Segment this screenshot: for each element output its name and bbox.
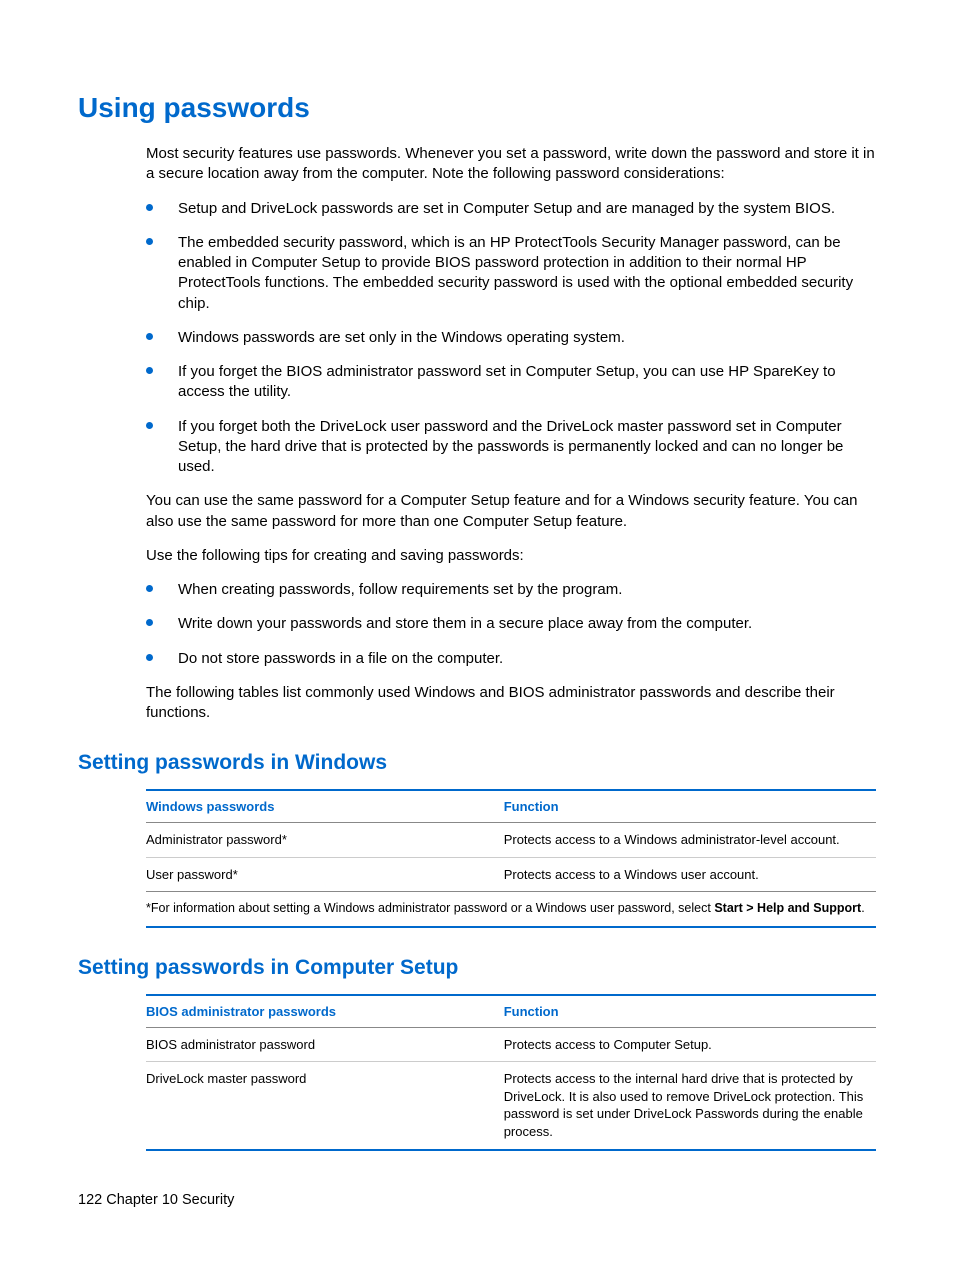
list-item: If you forget the BIOS administrator pas… [146,362,876,403]
table-cell: BIOS administrator password [146,1027,504,1062]
table-header: Function [504,790,876,823]
table-cell: Protects access to a Windows administrat… [504,823,876,858]
table-footnote: *For information about setting a Windows… [146,891,876,928]
table-cell: User password* [146,857,504,891]
list-item: Do not store passwords in a file on the … [146,649,876,669]
windows-passwords-table: Windows passwords Function Administrator… [146,789,876,928]
document-page: Using passwords Most security features u… [0,0,954,1151]
table-row: User password* Protects access to a Wind… [146,857,876,891]
list-item: If you forget both the DriveLock user pa… [146,417,876,478]
list-item: Setup and DriveLock passwords are set in… [146,199,876,219]
table-header: Windows passwords [146,790,504,823]
body-paragraph: The following tables list commonly used … [146,683,876,724]
heading-using-passwords: Using passwords [78,92,876,124]
table-header: Function [504,995,876,1028]
table-cell: Administrator password* [146,823,504,858]
bios-passwords-table: BIOS administrator passwords Function BI… [146,994,876,1151]
body-paragraph: Use the following tips for creating and … [146,546,876,566]
table-header: BIOS administrator passwords [146,995,504,1028]
table-cell: Protects access to Computer Setup. [504,1027,876,1062]
list-item: When creating passwords, follow requirem… [146,580,876,600]
intro-paragraph: Most security features use passwords. Wh… [146,144,876,185]
heading-computer-setup-passwords: Setting passwords in Computer Setup [78,956,876,980]
list-item: The embedded security password, which is… [146,233,876,314]
table-cell: DriveLock master password [146,1062,504,1149]
page-footer: 122 Chapter 10 Security [78,1192,234,1208]
list-item: Write down your passwords and store them… [146,614,876,634]
body-paragraph: You can use the same password for a Comp… [146,491,876,532]
table-row: DriveLock master password Protects acces… [146,1062,876,1149]
heading-windows-passwords: Setting passwords in Windows [78,751,876,775]
table-row: BIOS administrator password Protects acc… [146,1027,876,1062]
table-cell: Protects access to the internal hard dri… [504,1062,876,1149]
list-item: Windows passwords are set only in the Wi… [146,328,876,348]
table-cell: Protects access to a Windows user accoun… [504,857,876,891]
tips-list: When creating passwords, follow requirem… [146,580,876,669]
considerations-list: Setup and DriveLock passwords are set in… [146,199,876,478]
table-row: Administrator password* Protects access … [146,823,876,858]
